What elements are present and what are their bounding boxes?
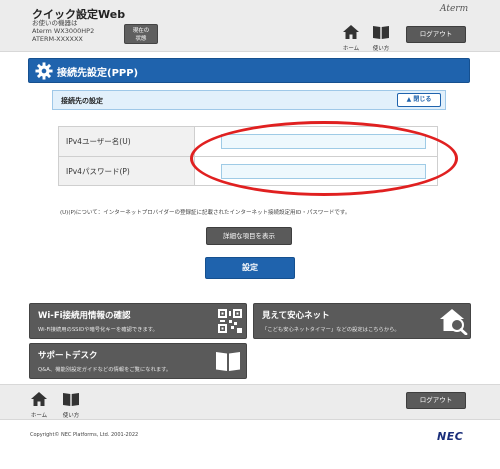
book-icon — [63, 393, 79, 406]
collapse-button[interactable]: ▲ 閉じる — [397, 93, 441, 107]
section-banner: 接続先設定(PPP) — [28, 58, 470, 83]
device-model: Aterm WX3000HP2 — [32, 27, 95, 35]
wifi-info-tile[interactable]: Wi-Fi接続用情報の確認 Wi-Fi接続用のSSIDや暗号化キーを確認できます… — [29, 303, 247, 339]
support-desk-title: サポートデスク — [38, 351, 98, 361]
book-icon — [373, 26, 389, 39]
wifi-info-title: Wi-Fi接続用情報の確認 — [38, 311, 131, 321]
credentials-form: IPv4ユーザー名(U) IPv4パスワード(P) — [58, 126, 438, 186]
device-label: お使いの機器は — [32, 19, 78, 27]
panel-title: 接続先の設定 — [61, 97, 103, 105]
status-button-line2: 状態 — [135, 36, 147, 42]
qr-code-icon — [218, 309, 242, 333]
username-row: IPv4ユーザー名(U) — [59, 127, 437, 157]
device-id: ATERM-XXXXXX — [32, 35, 83, 43]
footer-manual-nav[interactable]: 使い方 — [60, 391, 82, 419]
footer-home-label: ホーム — [30, 413, 48, 419]
collapse-label: 閉じる — [413, 96, 432, 103]
support-desk-desc: Q&A、機能別設定ガイドなどの情報をご覧になれます。 — [38, 367, 172, 373]
connection-settings-panel: 接続先の設定 ▲ 閉じる — [52, 90, 446, 110]
footer-manual-label: 使い方 — [62, 413, 80, 419]
support-desk-tile[interactable]: サポートデスク Q&A、機能別設定ガイドなどの情報をご覧になれます。 — [29, 343, 247, 379]
wifi-info-desc: Wi-Fi接続用のSSIDや暗号化キーを確認できます。 — [38, 327, 158, 333]
footer-home-nav[interactable]: ホーム — [28, 391, 50, 419]
gear-icon — [35, 62, 53, 80]
mieru-anshin-desc: 「こども安心ネットタイマー」などの設定はこちらから。 — [262, 327, 400, 333]
manual-label: 使い方 — [372, 46, 390, 52]
logout-button[interactable]: ログアウト — [406, 26, 466, 43]
brand-logo: Aterm — [440, 4, 469, 14]
apply-button[interactable]: 設定 — [205, 257, 295, 279]
home-icon — [343, 25, 359, 39]
chevron-up-icon: ▲ — [406, 96, 412, 103]
password-row: IPv4パスワード(P) — [59, 157, 437, 185]
header: クイック設定Web お使いの機器は Aterm WX3000HP2 ATERM-… — [0, 0, 500, 52]
password-label: IPv4パスワード(P) — [59, 157, 195, 185]
home-icon — [31, 392, 47, 406]
manual-nav[interactable]: 使い方 — [370, 24, 392, 52]
nec-logo: NEC — [437, 430, 464, 443]
footer: ホーム 使い方 ログアウト — [0, 384, 500, 420]
home-label: ホーム — [342, 46, 360, 52]
section-title: 接続先設定(PPP) — [57, 68, 139, 79]
current-status-button[interactable]: 現在の 状態 — [124, 24, 158, 44]
show-details-button[interactable]: 詳細な項目を表示 — [206, 227, 292, 245]
footer-logout-button[interactable]: ログアウト — [406, 392, 466, 409]
credentials-note: (U)(P)について：インターネットプロバイダーの登録証に記載されたインターネッ… — [60, 210, 351, 216]
home-nav[interactable]: ホーム — [340, 24, 362, 52]
house-search-icon — [440, 309, 468, 335]
password-input[interactable] — [221, 164, 426, 179]
status-button-line1: 現在の — [132, 28, 150, 34]
book-icon — [216, 352, 240, 371]
username-label: IPv4ユーザー名(U) — [59, 127, 195, 156]
mieru-anshin-tile[interactable]: 見えて安心ネット 「こども安心ネットタイマー」などの設定はこちらから。 — [253, 303, 471, 339]
copyright: Copyright© NEC Platforms, Ltd. 2001-2022 — [30, 432, 139, 438]
username-input[interactable] — [221, 134, 426, 149]
mieru-anshin-title: 見えて安心ネット — [262, 311, 330, 321]
